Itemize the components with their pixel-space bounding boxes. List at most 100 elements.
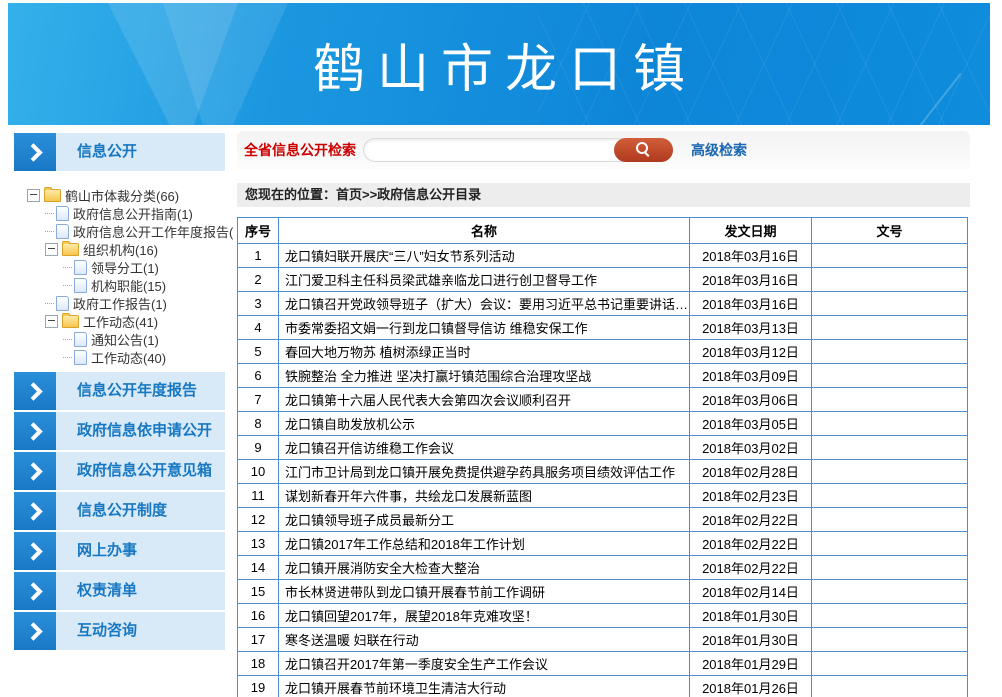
document-number-cell bbox=[812, 652, 968, 676]
document-title-cell[interactable]: 江门爱卫科主任科员梁武雄亲临龙口进行创卫督导工作 bbox=[279, 268, 690, 292]
document-title-cell[interactable]: 龙口镇领导班子成员最新分工 bbox=[279, 508, 690, 532]
row-number-cell: 5 bbox=[238, 340, 279, 364]
document-title-cell[interactable]: 市委常委招文娟一行到龙口镇督导信访 维稳安保工作 bbox=[279, 316, 690, 340]
document-icon bbox=[74, 278, 87, 293]
document-number-cell bbox=[812, 604, 968, 628]
document-title-cell[interactable]: 春回大地万物苏 植树添绿正当时 bbox=[279, 340, 690, 364]
folder-icon bbox=[62, 243, 79, 256]
tree-folder-item[interactable]: 工作动态(41) bbox=[45, 312, 233, 330]
sidebar-nav-button[interactable]: 网上办事 bbox=[14, 532, 225, 570]
sidebar-item-label: 政府信息公开意见箱 bbox=[56, 452, 225, 490]
publish-date-cell: 2018年02月14日 bbox=[690, 580, 812, 604]
tree-doc-item[interactable]: 领导分工(1) bbox=[63, 258, 233, 276]
document-title-cell[interactable]: 江门市卫计局到龙口镇开展免费提供避孕药具服务项目绩效评估工作 bbox=[279, 460, 690, 484]
document-title-cell[interactable]: 龙口镇召开党政领导班子（扩大）会议：要用习近平总书记重要讲话精神指... bbox=[279, 292, 690, 316]
sidebar-nav-button[interactable]: 互动咨询 bbox=[14, 612, 225, 650]
search-box bbox=[363, 138, 673, 162]
table-row: 17寒冬送温暖 妇联在行动2018年01月30日 bbox=[238, 628, 968, 652]
documents-table-wrap: 序号名称发文日期文号 1龙口镇妇联开展庆“三八”妇女节系列活动2018年03月1… bbox=[237, 217, 970, 697]
table-row: 2江门爱卫科主任科员梁武雄亲临龙口进行创卫督导工作2018年03月16日 bbox=[238, 268, 968, 292]
column-header: 名称 bbox=[279, 218, 690, 244]
document-title-cell[interactable]: 龙口镇开展春节前环境卫生清洁大行动 bbox=[279, 676, 690, 697]
document-title-cell[interactable]: 龙口镇2017年工作总结和2018年工作计划 bbox=[279, 532, 690, 556]
banner-diagonal-decoration bbox=[825, 73, 962, 125]
document-number-cell bbox=[812, 436, 968, 460]
collapse-icon[interactable] bbox=[45, 315, 58, 328]
table-row: 18龙口镇召开2017年第一季度安全生产工作会议2018年01月29日 bbox=[238, 652, 968, 676]
document-number-cell bbox=[812, 412, 968, 436]
table-row: 13龙口镇2017年工作总结和2018年工作计划2018年02月22日 bbox=[238, 532, 968, 556]
document-number-cell bbox=[812, 364, 968, 388]
search-label: 全省信息公开检索 bbox=[244, 140, 356, 160]
row-number-cell: 19 bbox=[238, 676, 279, 697]
document-title-cell[interactable]: 龙口镇妇联开展庆“三八”妇女节系列活动 bbox=[279, 244, 690, 268]
table-row: 11谋划新春开年六件事，共绘龙口发展新蓝图2018年02月23日 bbox=[238, 484, 968, 508]
row-number-cell: 14 bbox=[238, 556, 279, 580]
tree-connector bbox=[45, 231, 54, 232]
table-row: 1龙口镇妇联开展庆“三八”妇女节系列活动2018年03月16日 bbox=[238, 244, 968, 268]
tree-doc-item[interactable]: 工作动态(40) bbox=[63, 348, 233, 366]
search-button[interactable] bbox=[614, 138, 673, 162]
publish-date-cell: 2018年01月29日 bbox=[690, 652, 812, 676]
collapse-icon[interactable] bbox=[45, 243, 58, 256]
collapse-icon[interactable] bbox=[27, 189, 40, 202]
tree-doc-item[interactable]: 机构职能(15) bbox=[63, 276, 233, 294]
sidebar-nav-button[interactable]: 信息公开制度 bbox=[14, 492, 225, 530]
document-title-cell[interactable]: 寒冬送温暖 妇联在行动 bbox=[279, 628, 690, 652]
document-number-cell bbox=[812, 268, 968, 292]
document-title-cell[interactable]: 龙口镇召开2017年第一季度安全生产工作会议 bbox=[279, 652, 690, 676]
document-title-cell[interactable]: 铁腕整治 全力推进 坚决打赢圩镇范围综合治理攻坚战 bbox=[279, 364, 690, 388]
sidebar-nav-button[interactable]: 政府信息公开意见箱 bbox=[14, 452, 225, 490]
sidebar-nav-button[interactable]: 权责清单 bbox=[14, 572, 225, 610]
document-number-cell bbox=[812, 508, 968, 532]
tree-folder-item[interactable]: 鹤山市体裁分类(66) bbox=[27, 186, 233, 204]
tree-doc-item[interactable]: 通知公告(1) bbox=[63, 330, 233, 348]
publish-date-cell: 2018年03月06日 bbox=[690, 388, 812, 412]
tree-item-label: 机构职能(15) bbox=[91, 276, 166, 295]
document-icon bbox=[56, 206, 69, 221]
row-number-cell: 7 bbox=[238, 388, 279, 412]
row-number-cell: 9 bbox=[238, 436, 279, 460]
document-number-cell bbox=[812, 484, 968, 508]
document-title-cell[interactable]: 市长林贤进带队到龙口镇开展春节前工作调研 bbox=[279, 580, 690, 604]
column-header: 发文日期 bbox=[690, 218, 812, 244]
sidebar-item-info-disclosure[interactable]: 信息公开 bbox=[14, 133, 225, 171]
row-number-cell: 2 bbox=[238, 268, 279, 292]
document-title-cell[interactable]: 龙口镇第十六届人民代表大会第四次会议顺利召开 bbox=[279, 388, 690, 412]
publish-date-cell: 2018年03月05日 bbox=[690, 412, 812, 436]
publish-date-cell: 2018年02月22日 bbox=[690, 508, 812, 532]
sidebar-item-label: 互动咨询 bbox=[56, 612, 225, 650]
document-title-cell[interactable]: 谋划新春开年六件事，共绘龙口发展新蓝图 bbox=[279, 484, 690, 508]
publish-date-cell: 2018年03月16日 bbox=[690, 292, 812, 316]
tree-item-label: 政府工作报告(1) bbox=[73, 294, 167, 313]
advanced-search-link[interactable]: 高级检索 bbox=[691, 140, 747, 160]
document-title-cell[interactable]: 龙口镇自助发放机公示 bbox=[279, 412, 690, 436]
tree-doc-item[interactable]: 政府信息公开指南(1) bbox=[45, 204, 233, 222]
document-icon bbox=[74, 260, 87, 275]
tree-item-label: 政府信息公开指南(1) bbox=[73, 204, 193, 223]
publish-date-cell: 2018年03月12日 bbox=[690, 340, 812, 364]
sidebar-nav-button[interactable]: 政府信息依申请公开 bbox=[14, 412, 225, 450]
category-tree: 鹤山市体裁分类(66)政府信息公开指南(1)政府信息公开工作年度报告(组织机构(… bbox=[27, 186, 233, 366]
document-number-cell bbox=[812, 556, 968, 580]
tree-folder-item[interactable]: 组织机构(16) bbox=[45, 240, 233, 258]
sidebar-nav-button[interactable]: 信息公开年度报告 bbox=[14, 372, 225, 410]
table-row: 6铁腕整治 全力推进 坚决打赢圩镇范围综合治理攻坚战2018年03月09日 bbox=[238, 364, 968, 388]
table-row: 9龙口镇召开信访维稳工作会议2018年03月02日 bbox=[238, 436, 968, 460]
row-number-cell: 10 bbox=[238, 460, 279, 484]
row-number-cell: 6 bbox=[238, 364, 279, 388]
sidebar-item-label: 信息公开 bbox=[56, 133, 225, 171]
chevron-right-icon bbox=[14, 452, 56, 490]
tree-connector bbox=[63, 357, 72, 358]
documents-table: 序号名称发文日期文号 1龙口镇妇联开展庆“三八”妇女节系列活动2018年03月1… bbox=[237, 217, 968, 697]
tree-doc-item[interactable]: 政府信息公开工作年度报告( bbox=[45, 222, 233, 240]
table-row: 14龙口镇开展消防安全大检查大整治2018年02月22日 bbox=[238, 556, 968, 580]
document-title-cell[interactable]: 龙口镇开展消防安全大检查大整治 bbox=[279, 556, 690, 580]
row-number-cell: 11 bbox=[238, 484, 279, 508]
tree-doc-item[interactable]: 政府工作报告(1) bbox=[45, 294, 233, 312]
table-body: 1龙口镇妇联开展庆“三八”妇女节系列活动2018年03月16日2江门爱卫科主任科… bbox=[238, 244, 968, 697]
document-title-cell[interactable]: 龙口镇召开信访维稳工作会议 bbox=[279, 436, 690, 460]
publish-date-cell: 2018年01月30日 bbox=[690, 628, 812, 652]
document-title-cell[interactable]: 龙口镇回望2017年，展望2018年克难攻坚！ bbox=[279, 604, 690, 628]
breadcrumb: 您现在的位置：首页>>政府信息公开目录 bbox=[237, 183, 970, 207]
